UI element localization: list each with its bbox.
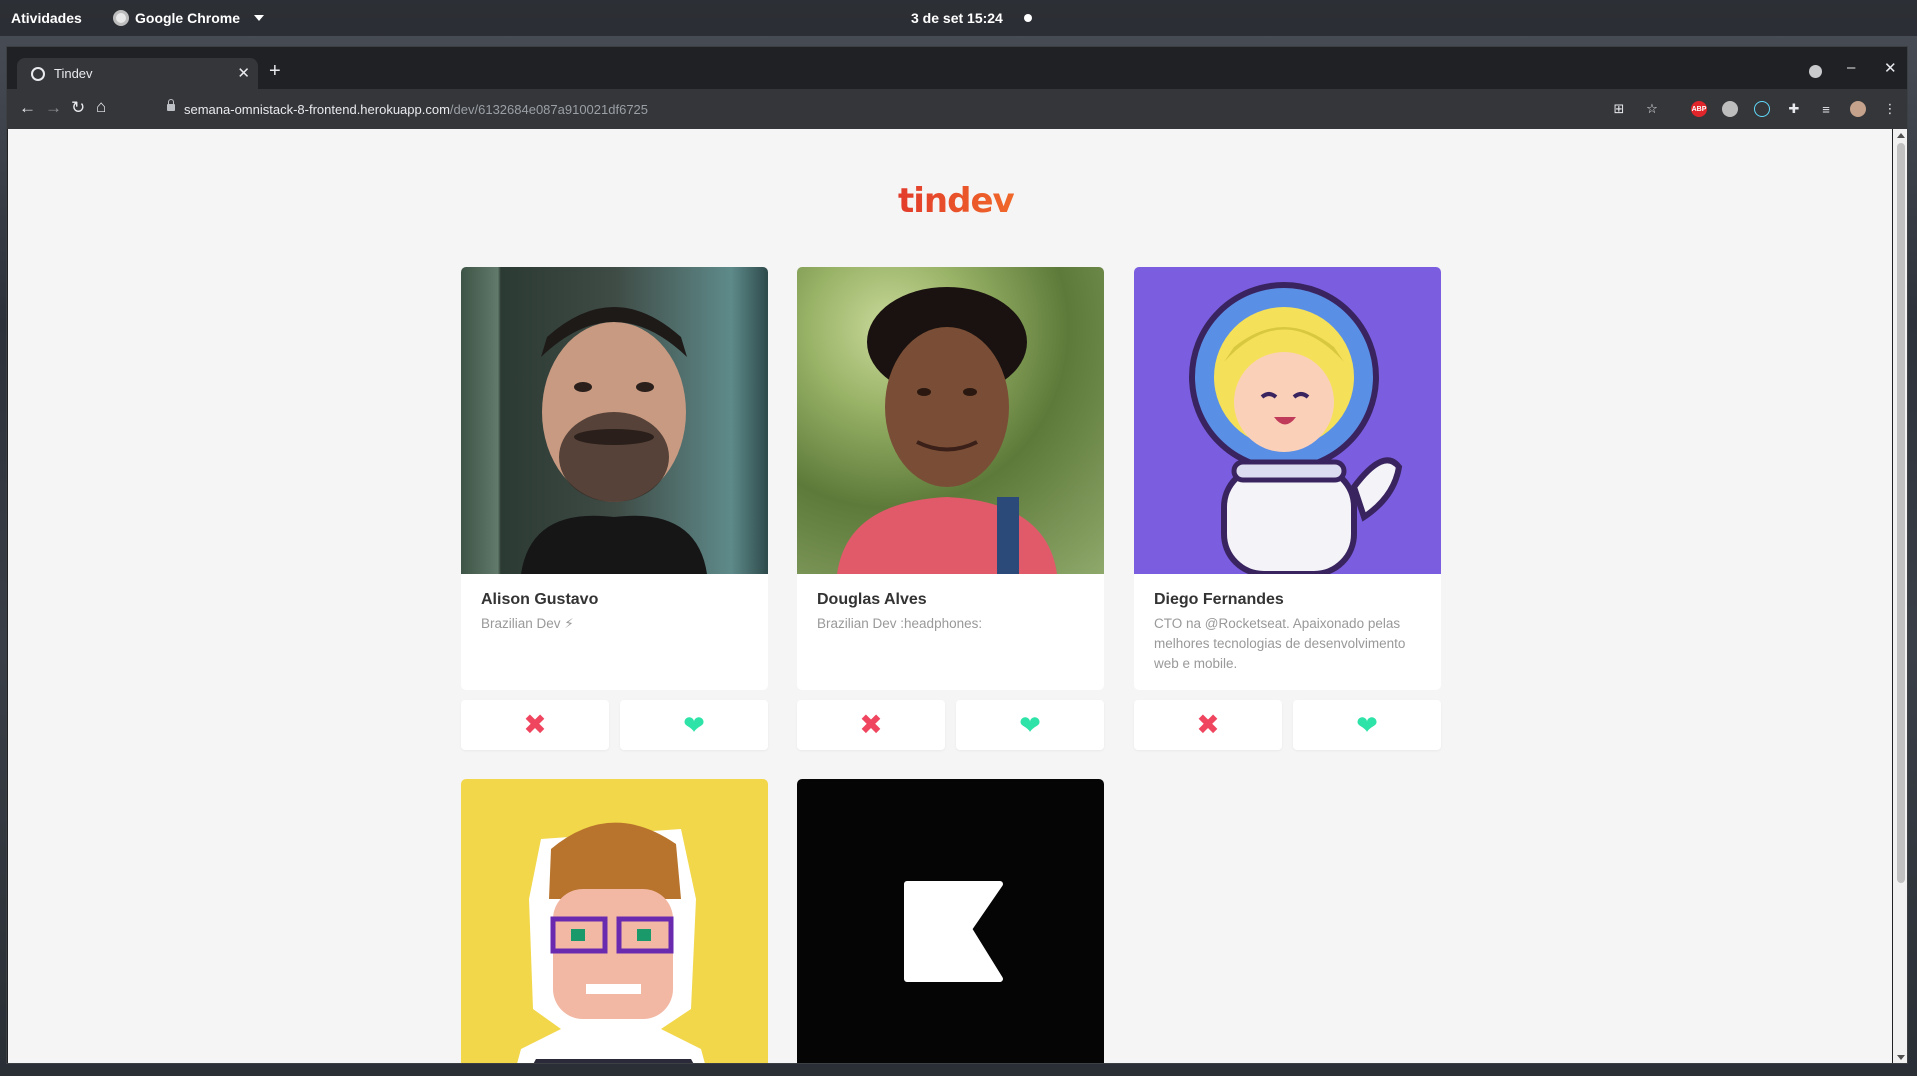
page-scrollbar[interactable] bbox=[1893, 129, 1907, 1063]
browser-toolbar: ← → ↻ ⌂ semana-omnistack-8-frontend.hero… bbox=[7, 89, 1907, 129]
dislike-button[interactable]: ✖ bbox=[1134, 700, 1282, 750]
app-name: Google Chrome bbox=[135, 10, 241, 26]
minimize-button[interactable]: – bbox=[1847, 59, 1855, 76]
url-text[interactable]: semana-omnistack-8-frontend.herokuapp.co… bbox=[184, 102, 648, 117]
dislike-button[interactable]: ✖ bbox=[461, 700, 609, 750]
card-actions: ✖ ❤ bbox=[461, 700, 768, 750]
dislike-button[interactable]: ✖ bbox=[797, 700, 945, 750]
close-window-button[interactable]: ✕ bbox=[1884, 59, 1897, 77]
tab-strip: Tindev ✕ + – ✕ bbox=[7, 47, 1907, 89]
puzzle-icon[interactable]: ✚ bbox=[1786, 101, 1802, 117]
os-top-bar: Atividades Google Chrome 3 de set 15:24 bbox=[0, 0, 1917, 36]
avatar bbox=[461, 267, 768, 574]
avatar-image bbox=[521, 307, 707, 574]
menu-icon[interactable]: ⋮ bbox=[1882, 101, 1898, 117]
lock-icon[interactable] bbox=[167, 99, 175, 111]
x-icon: ✖ bbox=[1196, 709, 1220, 740]
star-icon[interactable]: ☆ bbox=[1644, 101, 1660, 117]
react-devtools-icon[interactable] bbox=[1754, 101, 1770, 117]
heart-icon: ❤ bbox=[1019, 710, 1041, 740]
dev-card bbox=[797, 779, 1104, 1063]
tab-title: Tindev bbox=[54, 66, 93, 81]
x-icon: ✖ bbox=[859, 709, 883, 740]
like-button[interactable]: ❤ bbox=[620, 700, 768, 750]
scroll-up-icon[interactable] bbox=[1897, 133, 1905, 138]
home-button[interactable]: ⌂ bbox=[96, 97, 106, 117]
avatar bbox=[797, 267, 1104, 574]
chevron-down-icon bbox=[254, 15, 265, 21]
tindev-logo[interactable]: tindev bbox=[898, 181, 1015, 221]
adblock-icon[interactable]: ABP bbox=[1691, 101, 1707, 117]
dev-name: Diego Fernandes bbox=[1154, 591, 1284, 608]
app-menu[interactable]: Google Chrome bbox=[113, 10, 265, 26]
scroll-down-icon[interactable] bbox=[1897, 1055, 1905, 1060]
dev-card: Diego Fernandes CTO na @Rocketseat. Apai… bbox=[1134, 267, 1441, 750]
kraken-logo-icon bbox=[904, 881, 1003, 982]
url-host: semana-omnistack-8-frontend.herokuapp.co… bbox=[184, 102, 450, 117]
dev-name: Douglas Alves bbox=[817, 591, 927, 608]
like-button[interactable]: ❤ bbox=[956, 700, 1104, 750]
dev-info: Alison Gustavo Brazilian Dev ⚡ bbox=[461, 574, 768, 690]
dev-info: Diego Fernandes CTO na @Rocketseat. Apai… bbox=[1134, 574, 1441, 690]
clock[interactable]: 3 de set 15:24 bbox=[911, 10, 1003, 26]
avatar bbox=[461, 779, 768, 1063]
dev-bio: Brazilian Dev ⚡ bbox=[481, 616, 574, 631]
dev-card: Alison Gustavo Brazilian Dev ⚡ ✖ ❤ bbox=[461, 267, 768, 750]
dev-name: Alison Gustavo bbox=[481, 591, 599, 608]
heart-icon: ❤ bbox=[683, 710, 705, 740]
profile-avatar[interactable] bbox=[1850, 101, 1866, 117]
address-bar[interactable]: semana-omnistack-8-frontend.herokuapp.co… bbox=[157, 92, 1597, 126]
dev-bio: Brazilian Dev :headphones: bbox=[817, 616, 983, 631]
url-path: /dev/6132684e087a910021df6725 bbox=[449, 102, 649, 117]
x-icon: ✖ bbox=[523, 709, 547, 740]
reload-button[interactable]: ↻ bbox=[71, 98, 85, 118]
like-button[interactable]: ❤ bbox=[1293, 700, 1441, 750]
back-button[interactable]: ← bbox=[19, 98, 36, 118]
translate-icon[interactable]: ⊞ bbox=[1611, 101, 1627, 117]
page-viewport: tindev Alison Gustavo Brazilian Dev ⚡ ✖ … bbox=[8, 129, 1892, 1063]
avatar-image bbox=[837, 287, 1057, 574]
dev-card: Douglas Alves Brazilian Dev :headphones:… bbox=[797, 267, 1104, 750]
globe-icon bbox=[31, 67, 45, 81]
forward-button[interactable]: → bbox=[45, 98, 62, 118]
tab-tindev[interactable]: Tindev ✕ bbox=[17, 58, 258, 89]
browser-window: Tindev ✕ + – ✕ ← → ↻ ⌂ semana-omnistack-… bbox=[6, 46, 1908, 1064]
card-actions: ✖ ❤ bbox=[1134, 700, 1441, 750]
dev-card bbox=[461, 779, 768, 1063]
astronaut-illustration bbox=[1189, 282, 1403, 574]
close-tab-icon[interactable]: ✕ bbox=[237, 64, 250, 82]
activities-button[interactable]: Atividades bbox=[11, 10, 82, 26]
chrome-icon bbox=[113, 10, 129, 26]
avatar bbox=[797, 779, 1104, 1063]
mongodb-icon[interactable] bbox=[1722, 101, 1738, 117]
avatar bbox=[1134, 267, 1441, 574]
pixel-art-avatar bbox=[517, 822, 705, 1063]
media-icon[interactable]: ≡ bbox=[1818, 101, 1834, 117]
new-tab-button[interactable]: + bbox=[269, 60, 281, 83]
heart-icon: ❤ bbox=[1356, 710, 1378, 740]
tab-search-icon[interactable] bbox=[1809, 65, 1822, 78]
dev-bio: CTO na @Rocketseat. Apaixonado pelas mel… bbox=[1154, 616, 1406, 671]
notification-dot-icon bbox=[1024, 14, 1032, 22]
scrollbar-thumb[interactable] bbox=[1897, 143, 1905, 883]
dev-info: Douglas Alves Brazilian Dev :headphones: bbox=[797, 574, 1104, 690]
card-actions: ✖ ❤ bbox=[797, 700, 1104, 750]
